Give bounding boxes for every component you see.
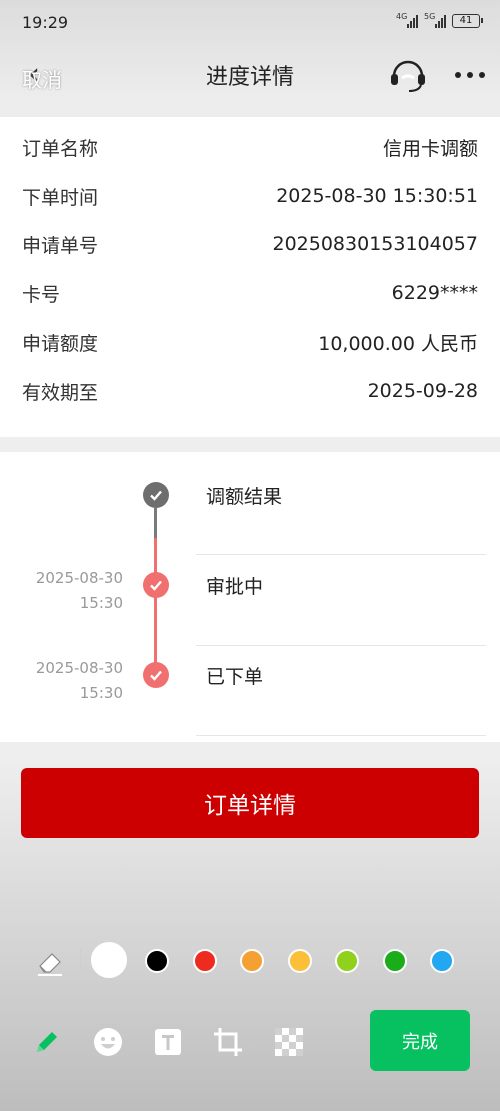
info-value: 信用卡调额 [382, 137, 478, 160]
step-title: 调额结果 [206, 486, 283, 508]
step-title: 审批中 [206, 576, 264, 598]
text-icon[interactable] [152, 1026, 184, 1058]
step-date-time: 15:30 [79, 594, 123, 612]
info-label: 有效期至 [22, 381, 99, 404]
eraser-icon[interactable] [34, 946, 66, 978]
status-bar: 19:29 4G 5G 41 [0, 0, 500, 46]
progress-timeline: 调额结果 2025-08-30 15:30 审批中 2025-08-30 15:… [0, 452, 500, 742]
color-swatch-yellow[interactable] [288, 949, 312, 973]
info-row-application-number: 申请单号 20250830153104057 [22, 224, 478, 264]
info-row-valid-until: 有效期至 2025-09-28 [22, 371, 478, 411]
status-indicators: 4G 5G 41 [396, 12, 483, 28]
battery-icon: 41 [452, 14, 483, 28]
step-date: 2025-08-30 15:30 [0, 656, 123, 706]
color-palette [0, 940, 500, 984]
signal-5g-icon: 5G [424, 12, 446, 28]
step-check-icon [143, 482, 169, 508]
info-row-order-time: 下单时间 2025-08-30 15:30:51 [22, 176, 478, 216]
info-value: 6229**** [391, 282, 478, 304]
more-icon[interactable] [452, 60, 488, 90]
info-label: 卡号 [22, 283, 61, 306]
step-date-day: 2025-08-30 [35, 569, 123, 587]
headset-icon[interactable] [388, 54, 428, 94]
timeline-connector [154, 538, 157, 674]
info-value: 2025-08-30 15:30:51 [276, 185, 478, 207]
color-swatch-red[interactable] [193, 949, 217, 973]
color-swatch-orange[interactable] [240, 949, 264, 973]
editor-toolbar: 完成 [0, 1010, 500, 1074]
info-label: 下单时间 [22, 186, 99, 209]
step-check-icon [143, 572, 169, 598]
order-info-card: 订单名称 信用卡调额 下单时间 2025-08-30 15:30:51 申请单号… [0, 117, 500, 437]
color-swatch-green[interactable] [383, 949, 407, 973]
order-detail-button[interactable]: 订单详情 [21, 768, 479, 838]
info-value: 10,000.00 人民币 [318, 332, 478, 355]
divider [196, 735, 486, 736]
pencil-icon[interactable] [31, 1026, 63, 1058]
timeline-connector [154, 508, 157, 538]
step-title: 已下单 [206, 666, 264, 688]
info-label: 申请单号 [22, 234, 99, 257]
emoji-icon[interactable] [92, 1026, 124, 1058]
color-swatch-blue[interactable] [430, 949, 454, 973]
info-value: 2025-09-28 [367, 380, 478, 402]
step-date-time: 15:30 [79, 684, 123, 702]
signal-4g-icon: 4G [396, 12, 418, 28]
status-time: 19:29 [22, 13, 69, 32]
step-check-icon [143, 662, 169, 688]
divider [196, 554, 486, 555]
info-row-credit-amount: 申请额度 10,000.00 人民币 [22, 322, 478, 362]
info-row-order-name: 订单名称 信用卡调额 [22, 127, 478, 167]
color-swatch-lime[interactable] [335, 949, 359, 973]
done-button[interactable]: 完成 [370, 1010, 470, 1071]
info-row-card-number: 卡号 6229**** [22, 273, 478, 313]
palette-divider [80, 948, 81, 974]
divider [196, 645, 486, 646]
crop-icon[interactable] [212, 1026, 244, 1058]
step-date: 2025-08-30 15:30 [0, 566, 123, 616]
color-swatch-black[interactable] [145, 949, 169, 973]
color-swatch-white[interactable] [91, 942, 127, 978]
info-label: 订单名称 [22, 137, 99, 160]
step-date-day: 2025-08-30 [35, 659, 123, 677]
info-label: 申请额度 [22, 332, 99, 355]
info-value: 20250830153104057 [272, 233, 478, 255]
nav-bar: ‹ 取消 进度详情 [0, 46, 500, 104]
mosaic-icon[interactable] [273, 1026, 305, 1058]
